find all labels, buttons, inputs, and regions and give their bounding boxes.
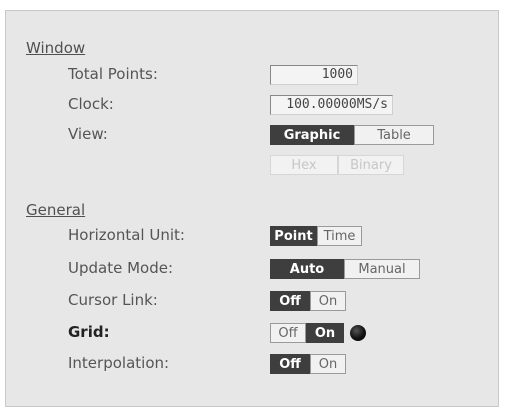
horizontal-unit-label: Horizontal Unit: <box>68 226 185 244</box>
grid-toggle: Off On <box>270 323 344 343</box>
clock-input[interactable]: 100.00000MS/s <box>270 95 393 115</box>
grid-label: Grid: <box>68 323 110 341</box>
update-mode-toggle: Auto Manual <box>270 259 420 279</box>
grid-on-button[interactable]: On <box>306 323 344 343</box>
section-general-title: General <box>26 201 86 219</box>
view-graphic-button[interactable]: Graphic <box>270 125 354 145</box>
clock-label: Clock: <box>68 95 114 113</box>
update-mode-label: Update Mode: <box>68 259 174 277</box>
format-binary-button[interactable]: Binary <box>338 155 404 175</box>
view-toggle: Graphic Table <box>270 125 434 145</box>
grid-off-button[interactable]: Off <box>270 323 306 343</box>
horizontal-unit-toggle: Point Time <box>270 226 362 246</box>
horizontal-unit-time-button[interactable]: Time <box>317 226 362 246</box>
total-points-label: Total Points: <box>68 65 158 83</box>
cursor-link-toggle: Off On <box>270 291 346 311</box>
interpolation-toggle: Off On <box>270 354 346 374</box>
format-hex-button[interactable]: Hex <box>270 155 338 175</box>
format-toggle: Hex Binary <box>270 155 404 175</box>
update-mode-manual-button[interactable]: Manual <box>344 259 420 279</box>
horizontal-unit-point-button[interactable]: Point <box>270 226 317 246</box>
update-mode-auto-button[interactable]: Auto <box>270 259 344 279</box>
total-points-input[interactable]: 1000 <box>270 65 358 85</box>
settings-panel: Window Total Points: 1000 Clock: 100.000… <box>5 10 499 407</box>
cursor-link-label: Cursor Link: <box>68 291 158 309</box>
interpolation-on-button[interactable]: On <box>310 354 346 374</box>
view-label: View: <box>68 125 108 143</box>
section-window-title: Window <box>26 39 86 57</box>
focus-ball-icon <box>350 325 366 341</box>
cursor-link-off-button[interactable]: Off <box>270 291 310 311</box>
cursor-link-on-button[interactable]: On <box>310 291 346 311</box>
interpolation-label: Interpolation: <box>68 354 170 372</box>
interpolation-off-button[interactable]: Off <box>270 354 310 374</box>
view-table-button[interactable]: Table <box>354 125 434 145</box>
